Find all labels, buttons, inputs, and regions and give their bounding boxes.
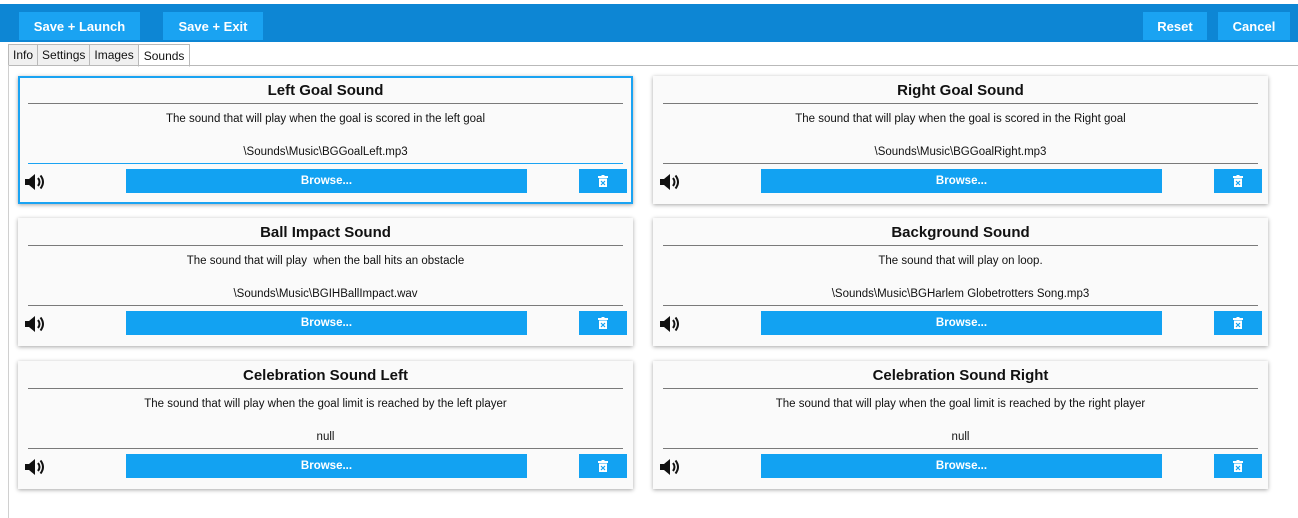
divider (28, 448, 623, 449)
sound-card-celebration-right: Celebration Sound Right The sound that w… (653, 361, 1268, 489)
delete-button[interactable] (1214, 311, 1262, 335)
sound-path: \Sounds\Music\BGGoalRight.mp3 (874, 146, 1047, 158)
sound-card-celebration-left: Celebration Sound Left The sound that wi… (18, 361, 633, 489)
divider (663, 163, 1258, 164)
save-launch-button[interactable]: Save + Launch (19, 12, 140, 40)
delete-button[interactable] (579, 169, 627, 193)
card-description: The sound that will play when the goal l… (775, 398, 1146, 410)
speaker-icon[interactable] (24, 457, 48, 477)
card-description: The sound that will play when the ball h… (186, 255, 465, 267)
browse-button[interactable]: Browse... (761, 454, 1162, 478)
card-description: The sound that will play on loop. (878, 255, 1043, 267)
divider (663, 245, 1258, 246)
divider (28, 163, 623, 164)
trash-icon (1233, 460, 1243, 472)
divider (28, 305, 623, 306)
delete-button[interactable] (1214, 169, 1262, 193)
speaker-icon[interactable] (659, 457, 683, 477)
speaker-icon[interactable] (24, 314, 48, 334)
browse-button[interactable]: Browse... (126, 454, 527, 478)
sound-path: null (951, 431, 970, 443)
divider (663, 305, 1258, 306)
sound-card-ball-impact: Ball Impact Sound The sound that will pl… (18, 218, 633, 346)
speaker-icon[interactable] (24, 172, 48, 192)
cancel-button[interactable]: Cancel (1218, 12, 1290, 40)
sound-path: \Sounds\Music\BGIHBallImpact.wav (233, 288, 418, 300)
browse-button[interactable]: Browse... (126, 311, 527, 335)
trash-icon (1233, 175, 1243, 187)
sound-path: null (316, 431, 335, 443)
tab-images[interactable]: Images (89, 44, 139, 66)
divider (28, 245, 623, 246)
tab-settings[interactable]: Settings (37, 44, 91, 66)
panel-border (8, 65, 9, 518)
sound-card-right-goal: Right Goal Sound The sound that will pla… (653, 76, 1268, 204)
divider (663, 103, 1258, 104)
browse-button[interactable]: Browse... (761, 169, 1162, 193)
delete-button[interactable] (579, 454, 627, 478)
tab-divider (8, 65, 1298, 66)
delete-button[interactable] (1214, 454, 1262, 478)
card-description: The sound that will play when the goal i… (166, 113, 485, 125)
tab-info[interactable]: Info (8, 44, 39, 66)
card-title: Background Sound (891, 224, 1030, 241)
trash-icon (598, 317, 608, 329)
trash-icon (1233, 317, 1243, 329)
card-title: Celebration Sound Right (872, 367, 1049, 384)
delete-button[interactable] (579, 311, 627, 335)
divider (663, 388, 1258, 389)
divider (663, 448, 1258, 449)
reset-button[interactable]: Reset (1143, 12, 1207, 40)
browse-button[interactable]: Browse... (126, 169, 527, 193)
speaker-icon[interactable] (659, 172, 683, 192)
card-title: Celebration Sound Left (243, 367, 408, 384)
card-description: The sound that will play when the goal l… (144, 398, 507, 410)
sound-card-left-goal: Left Goal Sound The sound that will play… (18, 76, 633, 204)
save-exit-button[interactable]: Save + Exit (163, 12, 263, 40)
speaker-icon[interactable] (659, 314, 683, 334)
divider (28, 103, 623, 104)
tab-bar: Info Settings Images Sounds (8, 44, 191, 67)
sound-card-background: Background Sound The sound that will pla… (653, 218, 1268, 346)
toolbar: Save + Launch Save + Exit Reset Cancel (0, 0, 1298, 42)
tab-sounds[interactable]: Sounds (137, 44, 191, 67)
divider (28, 388, 623, 389)
browse-button[interactable]: Browse... (761, 311, 1162, 335)
card-description: The sound that will play when the goal i… (795, 113, 1126, 125)
trash-icon (598, 460, 608, 472)
sound-path: \Sounds\Music\BGGoalLeft.mp3 (243, 146, 408, 158)
card-title: Ball Impact Sound (260, 224, 391, 241)
trash-icon (598, 175, 608, 187)
card-title: Right Goal Sound (897, 82, 1024, 99)
card-title: Left Goal Sound (267, 82, 384, 99)
sound-path: \Sounds\Music\BGHarlem Globetrotters Son… (831, 288, 1090, 300)
